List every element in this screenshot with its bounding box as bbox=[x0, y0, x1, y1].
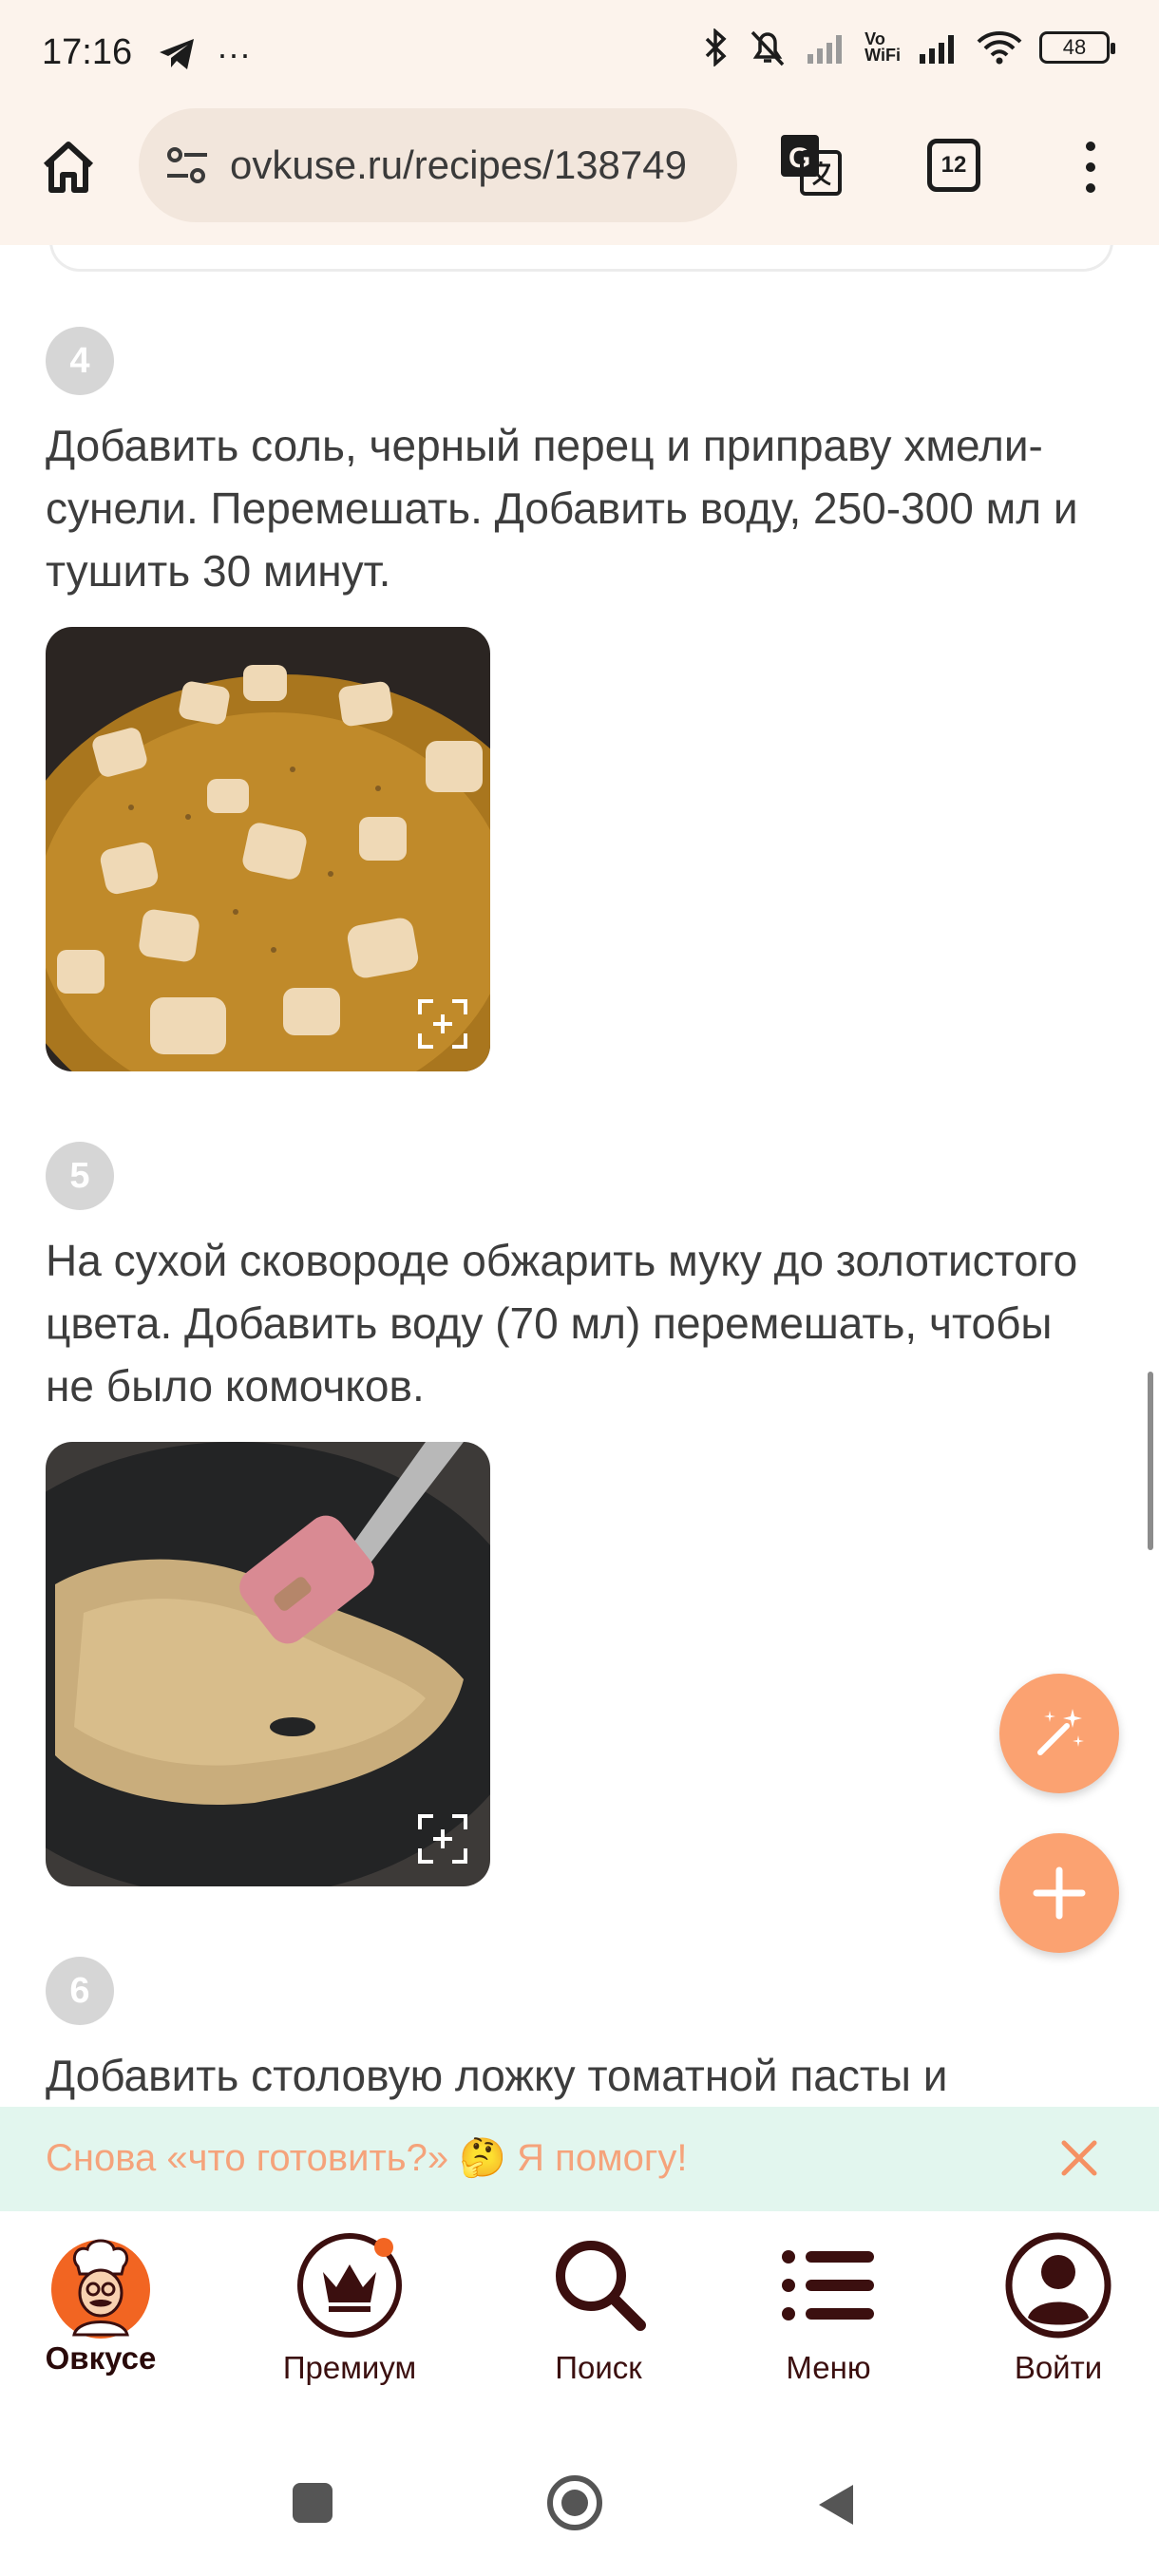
promo-text[interactable]: Снова «что готовить?» 🤔 Я помогу! bbox=[46, 2135, 688, 2180]
status-bar: 17:16 ··· Vo WiFi 48 bbox=[0, 0, 1159, 104]
step-number-5: 5 bbox=[46, 1142, 114, 1210]
status-time: 17:16 bbox=[42, 32, 133, 72]
signal-icon-2 bbox=[920, 35, 954, 64]
signal-icon bbox=[808, 35, 843, 64]
mute-bell-icon bbox=[750, 30, 785, 66]
nav-label-search: Поиск bbox=[555, 2350, 642, 2385]
nav-label-login: Войти bbox=[1014, 2350, 1103, 2385]
vowifi-icon: Vo WiFi bbox=[864, 29, 901, 65]
step-text-4: Добавить соль, черный перец и приправу х… bbox=[46, 421, 1078, 596]
more-options-icon[interactable] bbox=[1074, 137, 1108, 198]
add-button[interactable] bbox=[999, 1833, 1119, 1953]
plus-icon bbox=[1033, 1866, 1086, 1920]
step-photo-5[interactable] bbox=[46, 1442, 490, 1886]
step-text-5: На сухой сковороде обжарить муку до золо… bbox=[46, 1236, 1078, 1411]
svg-text:G: G bbox=[788, 142, 810, 174]
previous-card-edge bbox=[49, 245, 1113, 272]
nav-label-menu: Меню bbox=[786, 2350, 871, 2385]
nav-item-ovkuse[interactable]: Овкусе bbox=[6, 2230, 196, 2377]
step-number-4: 4 bbox=[46, 327, 114, 395]
crown-icon bbox=[297, 2233, 402, 2338]
chef-logo-icon bbox=[51, 2239, 150, 2339]
nav-item-menu[interactable]: Меню bbox=[733, 2230, 923, 2386]
home-button-icon[interactable] bbox=[545, 2473, 604, 2532]
bottom-navigation: Овкусе Премиум Поиск Меню Войти bbox=[0, 2211, 1159, 2386]
nav-label-premium: Премиум bbox=[282, 2350, 417, 2385]
translate-icon[interactable]: G bbox=[777, 131, 844, 198]
tabs-count-button[interactable]: 12 bbox=[927, 139, 980, 192]
status-right-icons: Vo WiFi 48 bbox=[703, 28, 1115, 66]
address-bar[interactable]: ovkuse.ru/recipes/138749 bbox=[139, 108, 737, 222]
close-icon[interactable] bbox=[1058, 2137, 1100, 2179]
url-text[interactable]: ovkuse.ru/recipes/138749 bbox=[230, 142, 724, 188]
home-icon[interactable] bbox=[38, 137, 99, 198]
system-navigation bbox=[0, 2386, 1159, 2576]
bluetooth-icon bbox=[705, 28, 727, 66]
user-icon bbox=[1005, 2232, 1112, 2339]
wifi-icon bbox=[977, 31, 1022, 65]
browser-toolbar: ovkuse.ru/recipes/138749 G 12 bbox=[0, 104, 1159, 245]
scrollbar[interactable] bbox=[1148, 1372, 1153, 1550]
search-icon bbox=[556, 2241, 646, 2331]
zoom-icon[interactable] bbox=[414, 995, 471, 1052]
assistant-promo-banner[interactable]: Снова «что готовить?» 🤔 Я помогу! bbox=[0, 2107, 1159, 2211]
nav-label-ovkuse: Овкусе bbox=[45, 2340, 157, 2376]
nav-item-premium[interactable]: Премиум bbox=[255, 2230, 445, 2386]
battery-icon: 48 bbox=[1039, 31, 1115, 64]
status-left-icons: ··· bbox=[158, 32, 251, 74]
telegram-icon bbox=[160, 39, 194, 70]
back-icon[interactable] bbox=[813, 2481, 857, 2529]
menu-list-icon bbox=[782, 2250, 874, 2320]
more-notifications-icon: ··· bbox=[217, 34, 251, 74]
step-number-6: 6 bbox=[46, 1957, 114, 2025]
magic-wand-button[interactable] bbox=[999, 1674, 1119, 1793]
nav-item-search[interactable]: Поиск bbox=[504, 2230, 694, 2386]
step-text-6: Добавить столовую ложку томатной пасты и bbox=[46, 2051, 948, 2100]
magic-wand-icon bbox=[1037, 1709, 1084, 1755]
nav-item-login[interactable]: Войти bbox=[963, 2230, 1153, 2386]
site-settings-icon[interactable] bbox=[160, 138, 215, 193]
step-photo-4[interactable] bbox=[46, 627, 490, 1071]
recent-apps-icon[interactable] bbox=[291, 2481, 334, 2525]
recipe-steps: 4 Добавить соль, черный перец и приправу… bbox=[0, 245, 1159, 2107]
zoom-icon[interactable] bbox=[414, 1810, 471, 1867]
